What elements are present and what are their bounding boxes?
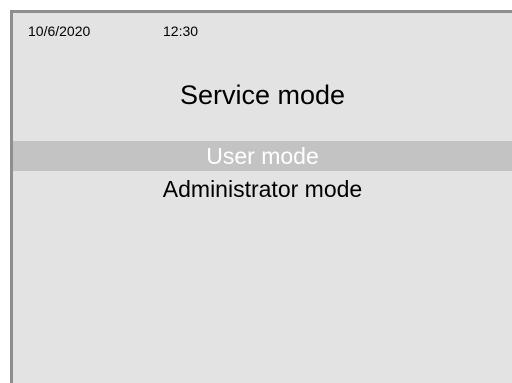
menu-item-user-mode[interactable]: User mode	[13, 141, 512, 171]
menu-item-administrator-mode[interactable]: Administrator mode	[13, 174, 512, 204]
mode-menu: User mode Administrator mode	[13, 141, 512, 204]
time-display: 12:30	[163, 23, 199, 39]
page-title: Service mode	[179, 80, 346, 110]
date-display: 10/6/2020	[28, 23, 91, 39]
status-bar: 10/6/2020 12:30	[13, 13, 512, 49]
service-screen: 10/6/2020 12:30 Service mode User mode A…	[10, 10, 512, 383]
